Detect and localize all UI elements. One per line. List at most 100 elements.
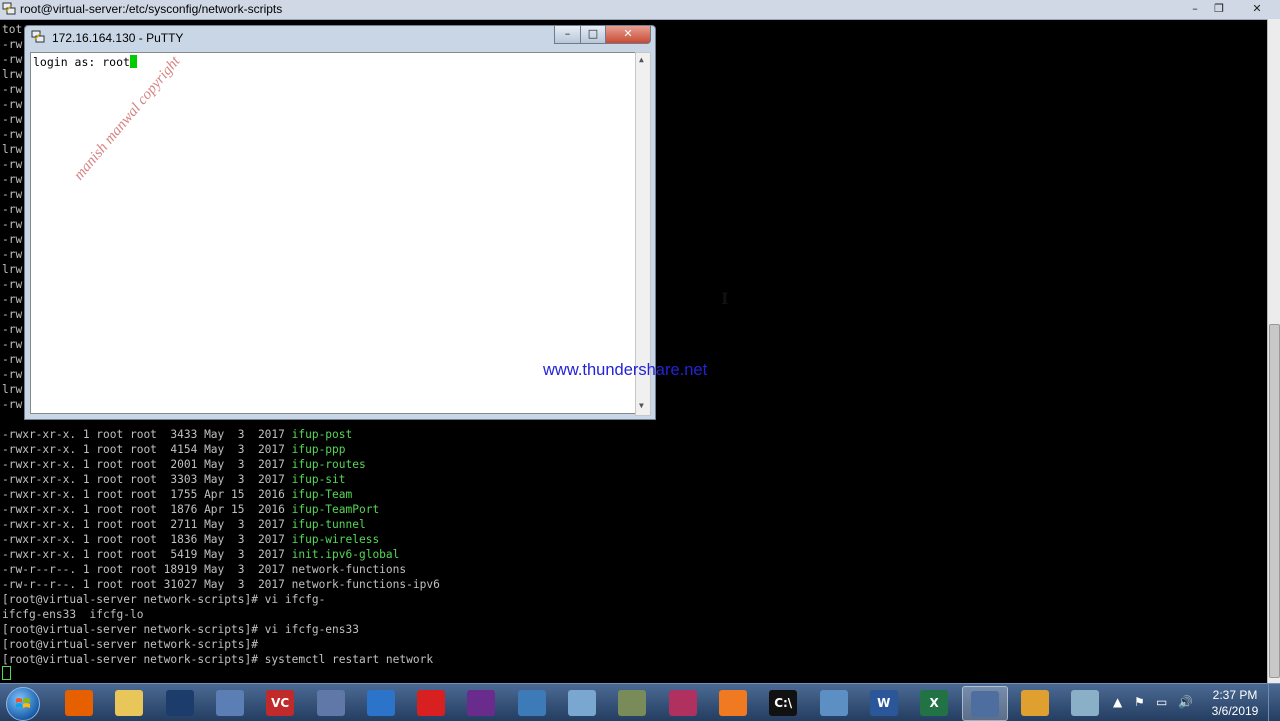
taskbar-xampp[interactable] xyxy=(711,686,755,719)
putty-minimize-button[interactable]: – xyxy=(554,26,581,44)
file-listing-row: -rwxr-xr-x. 1 root root 3433 May 3 2017 … xyxy=(2,427,352,442)
taskbar-vc[interactable]: VC xyxy=(258,686,302,719)
taskbar-terminal-window[interactable] xyxy=(158,686,202,719)
file-info: -rw-r--r--. 1 root root 18919 May 3 2017 xyxy=(2,563,292,576)
terminal-line-fragment: -rw xyxy=(2,83,23,96)
clock-date: 3/6/2019 xyxy=(1211,704,1259,718)
clock-time: 2:37 PM xyxy=(1212,688,1258,702)
taskbar-stock-chart[interactable] xyxy=(459,686,503,719)
scrollbar-thumb[interactable] xyxy=(1269,324,1280,678)
terminal-cursor xyxy=(129,55,137,68)
taskbar-cmd[interactable]: C:\ xyxy=(761,686,805,719)
terminal-line-fragment: -rw xyxy=(2,53,23,66)
overlay-url: www.thundershare.net xyxy=(543,361,708,379)
terminal-line-fragment: -rw xyxy=(2,128,23,141)
taskbar-calc-tools[interactable] xyxy=(510,686,554,719)
file-name: ifup-routes xyxy=(291,458,366,471)
file-info: -rw-r--r--. 1 root root 31027 May 3 2017 xyxy=(2,578,292,591)
terminal-line-fragment: -rw xyxy=(2,188,23,201)
terminal-line-fragment: -rw xyxy=(2,353,23,366)
wireshark-icon xyxy=(366,690,395,716)
taskbar-molecule[interactable] xyxy=(661,686,705,719)
command-line: ifcfg-ens33 ifcfg-lo xyxy=(2,608,144,621)
terminal-line-fragment: -rw xyxy=(2,293,23,306)
putty-icon xyxy=(971,691,1000,717)
file-info: -rwxr-xr-x. 1 root root 1836 May 3 2017 xyxy=(2,533,292,546)
file-name: network-functions xyxy=(291,563,407,576)
scroll-up-arrow-icon[interactable]: ▲ xyxy=(639,55,644,64)
taskbar-wireshark[interactable] xyxy=(359,686,403,719)
putty-terminal[interactable]: login as: root manish manwal copyright xyxy=(30,52,636,414)
taskbar-putty[interactable] xyxy=(962,686,1009,721)
terminal-line-fragment: -rw xyxy=(2,218,23,231)
stock-chart-icon xyxy=(467,690,496,716)
terminal-line-fragment: -rw xyxy=(2,233,23,246)
minimize-button[interactable]: – xyxy=(1184,0,1206,17)
file-name: ifup-TeamPort xyxy=(291,503,380,516)
taskbar-file-explorer[interactable] xyxy=(107,686,151,719)
close-button[interactable]: ✕ xyxy=(1246,0,1268,17)
file-listing-row: -rwxr-xr-x. 1 root root 5419 May 3 2017 … xyxy=(2,547,399,562)
putty-title: 172.16.164.130 - PuTTY xyxy=(52,31,184,45)
file-listing-row: -rwxr-xr-x. 1 root root 1836 May 3 2017 … xyxy=(2,532,379,547)
file-name: ifup-post xyxy=(291,428,353,441)
taskbar-excel[interactable]: X xyxy=(912,686,956,719)
terminal-line-fragment: -rw xyxy=(2,398,23,411)
cmd-icon: C:\ xyxy=(769,690,798,716)
terminal-line-fragment: -rw xyxy=(2,38,23,51)
file-listing-row: -rwxr-xr-x. 1 root root 3303 May 3 2017 … xyxy=(2,472,346,487)
file-info: -rwxr-xr-x. 1 root root 5419 May 3 2017 xyxy=(2,548,292,561)
start-button[interactable] xyxy=(6,687,40,721)
taskbar-network-tool[interactable] xyxy=(208,686,252,719)
file-listing-row: -rwxr-xr-x. 1 root root 4154 May 3 2017 … xyxy=(2,442,346,457)
network-map-icon xyxy=(819,690,848,716)
scroll-down-arrow-icon[interactable]: ▼ xyxy=(639,401,644,410)
file-name: network-functions-ipv6 xyxy=(291,578,440,591)
action-center-flag-icon[interactable]: ⚑ xyxy=(1134,695,1145,709)
taskbar-putty-connect[interactable] xyxy=(309,686,353,719)
taskbar-eye-viewer[interactable] xyxy=(560,686,604,719)
clock[interactable]: 2:37 PM 3/6/2019 xyxy=(1205,687,1265,719)
terminal-line-fragment: -rw xyxy=(2,323,23,336)
putty-icon xyxy=(31,30,45,43)
command-line: [root@virtual-server network-scripts]# xyxy=(2,638,258,651)
command-line: [root@virtual-server network-scripts]# v… xyxy=(2,623,359,636)
putty-close-button[interactable]: ✕ xyxy=(605,26,651,44)
maximize-button[interactable]: ❐ xyxy=(1208,0,1230,17)
putty-maximize-button[interactable]: □ xyxy=(580,26,606,44)
terminal-line-fragment: lrw xyxy=(2,143,23,156)
background-window-titlebar[interactable]: root@virtual-server:/etc/sysconfig/netwo… xyxy=(0,0,1280,20)
windows-logo-icon xyxy=(16,698,30,708)
show-desktop-button[interactable] xyxy=(1268,684,1280,721)
taskbar-game-controller[interactable] xyxy=(610,686,654,719)
taskbar-network-map[interactable] xyxy=(812,686,856,719)
taskbar-record[interactable] xyxy=(409,686,453,719)
taskbar-eraser[interactable] xyxy=(1063,686,1107,719)
taskbar-vmware[interactable] xyxy=(1013,686,1057,719)
eraser-icon xyxy=(1071,690,1099,716)
file-info: -rwxr-xr-x. 1 root root 1876 Apr 15 2016 xyxy=(2,503,292,516)
terminal-line-fragment: -rw xyxy=(2,338,23,351)
tray-up-arrow-icon[interactable]: ▲ xyxy=(1113,695,1122,709)
terminal-line-fragment: lrw xyxy=(2,383,23,396)
command-line: [root@virtual-server network-scripts]# v… xyxy=(2,593,326,606)
terminal-line-fragment: lrw xyxy=(2,68,23,81)
file-info: -rwxr-xr-x. 1 root root 3433 May 3 2017 xyxy=(2,428,292,441)
network-icon[interactable]: ▭ xyxy=(1156,695,1167,709)
terminal-line-fragment: lrw xyxy=(2,263,23,276)
file-name: ifup-Team xyxy=(291,488,353,501)
file-listing-row: -rw-r--r--. 1 root root 31027 May 3 2017… xyxy=(2,577,440,592)
putty-connect-icon xyxy=(316,690,345,716)
file-name: init.ipv6-global xyxy=(291,548,400,561)
file-name: ifup-sit xyxy=(291,473,346,486)
terminal-line-fragment: -rw xyxy=(2,203,23,216)
taskbar-firefox[interactable] xyxy=(57,686,101,719)
terminal-window-icon xyxy=(165,690,194,716)
volume-icon[interactable]: 🔊 xyxy=(1178,695,1193,709)
file-info: -rwxr-xr-x. 1 root root 2001 May 3 2017 xyxy=(2,458,292,471)
background-scrollbar[interactable] xyxy=(1267,19,1280,683)
taskbar-word[interactable]: W xyxy=(862,686,906,719)
putty-titlebar[interactable]: 172.16.164.130 - PuTTY – □ ✕ xyxy=(25,26,655,48)
file-listing-row: -rw-r--r--. 1 root root 18919 May 3 2017… xyxy=(2,562,406,577)
watermark: manish manwal copyright xyxy=(71,53,184,184)
